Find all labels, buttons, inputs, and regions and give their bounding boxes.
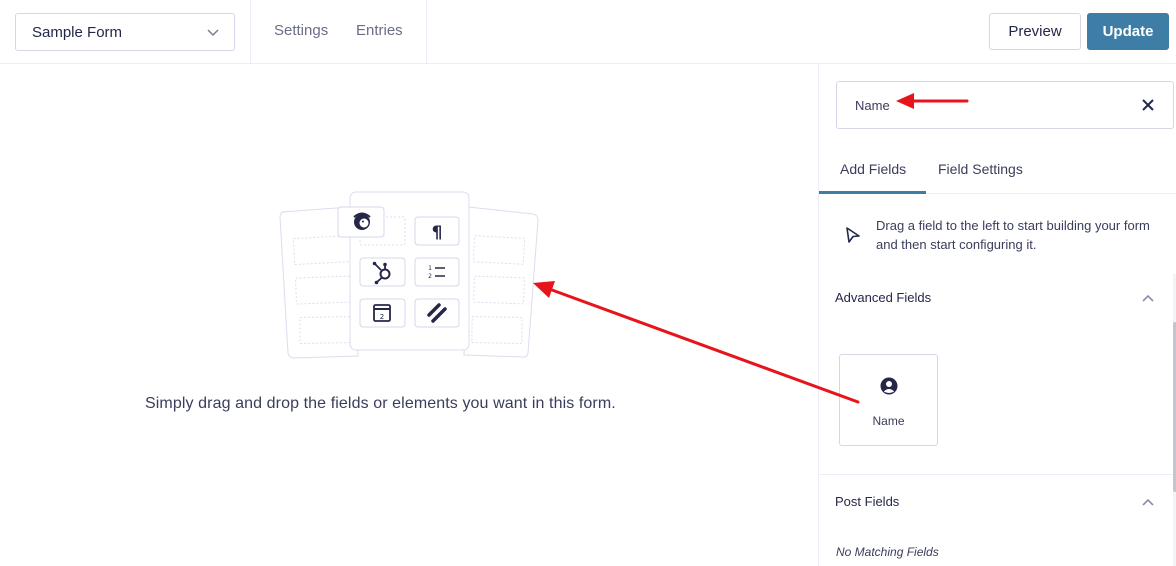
field-search-input[interactable]: Name bbox=[836, 81, 1174, 129]
numbered-list-icon: 1 2 bbox=[414, 257, 460, 287]
section-title[interactable]: Post Fields bbox=[835, 494, 899, 509]
search-value: Name bbox=[855, 98, 890, 113]
tab-add-fields[interactable]: Add Fields bbox=[840, 161, 906, 177]
svg-text:2: 2 bbox=[380, 313, 384, 321]
empty-state-text: Simply drag and drop the fields or eleme… bbox=[145, 395, 616, 412]
sidebar-tabs: Add Fields Field Settings bbox=[819, 146, 1176, 194]
svg-text:2: 2 bbox=[428, 273, 432, 280]
user-circle-icon bbox=[880, 377, 898, 395]
form-selector-value: Sample Form bbox=[32, 23, 123, 41]
field-card-label: Name bbox=[872, 414, 905, 428]
nav-entries[interactable]: Entries bbox=[356, 22, 403, 39]
cursor-pointer-icon bbox=[846, 227, 860, 243]
nav-settings[interactable]: Settings bbox=[274, 22, 328, 39]
paragraph-icon: ¶ bbox=[414, 216, 460, 246]
close-icon[interactable] bbox=[1141, 98, 1155, 112]
svg-text:1: 1 bbox=[428, 265, 432, 272]
chevron-up-icon[interactable] bbox=[1141, 497, 1155, 507]
update-button[interactable]: Update bbox=[1087, 13, 1169, 50]
svg-text:¶: ¶ bbox=[432, 223, 443, 243]
preview-button[interactable]: Preview bbox=[989, 13, 1081, 50]
mailchimp-icon bbox=[337, 206, 385, 238]
form-selector[interactable]: Sample Form bbox=[15, 13, 235, 51]
chevron-up-icon[interactable] bbox=[1141, 293, 1155, 303]
toolbar-divider bbox=[426, 0, 427, 63]
field-card-name[interactable]: Name bbox=[839, 354, 938, 446]
calendar-icon: 2 bbox=[359, 298, 406, 328]
fields-sidebar: Name Add Fields Field Settings Drag a fi… bbox=[818, 64, 1176, 566]
chevron-down-icon bbox=[207, 29, 219, 37]
active-tab-indicator bbox=[819, 191, 926, 194]
toolbar-divider bbox=[250, 0, 251, 63]
hubspot-icon bbox=[359, 257, 406, 287]
top-toolbar: Sample Form Settings Entries Preview Upd… bbox=[0, 0, 1176, 64]
empty-form-illustration: ¶ 1 2 2 bbox=[279, 191, 539, 359]
back-card-right bbox=[463, 206, 539, 358]
stripe-slashes-icon bbox=[414, 298, 460, 328]
section-divider bbox=[819, 474, 1173, 475]
drag-hint-text: Drag a field to the left to start buildi… bbox=[876, 218, 1150, 252]
tab-field-settings[interactable]: Field Settings bbox=[938, 161, 1023, 177]
section-title[interactable]: Advanced Fields bbox=[835, 290, 931, 305]
no-matching-fields-text: No Matching Fields bbox=[836, 545, 939, 559]
